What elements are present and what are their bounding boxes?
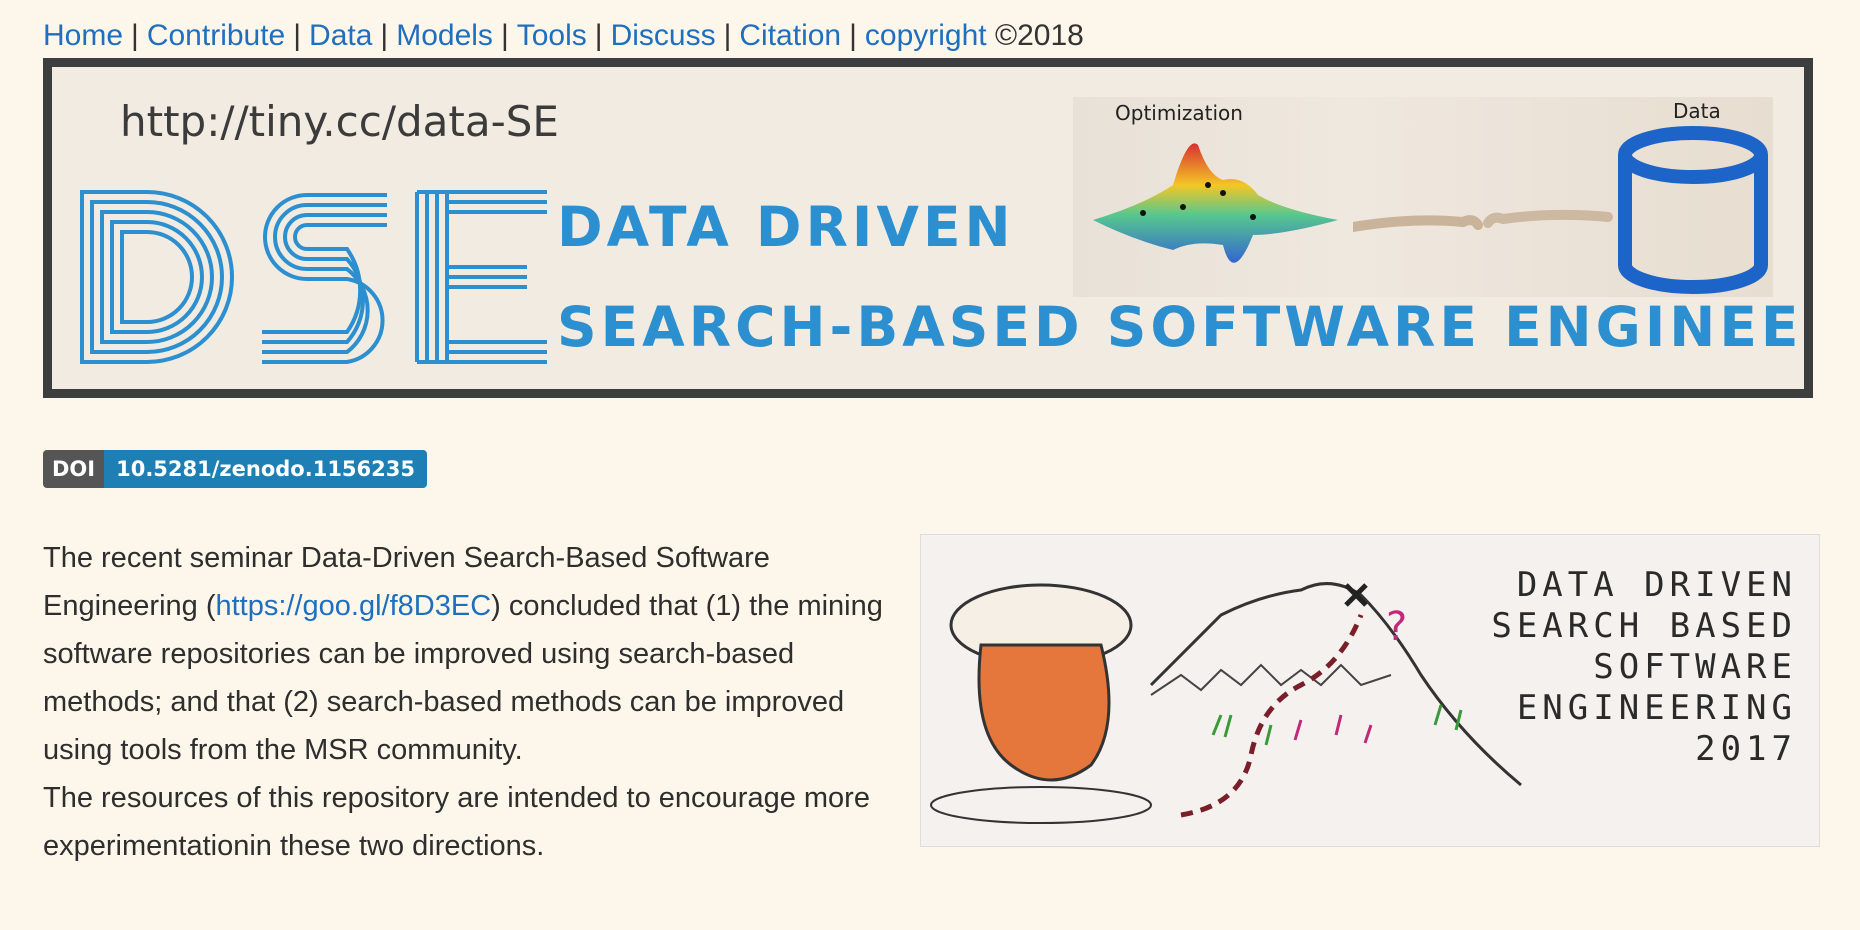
seminar-link[interactable]: https://goo.gl/f8D3EC <box>216 590 492 622</box>
optimization-label: Optimization <box>1115 101 1243 125</box>
whiteboard-image: ? DATA DRIVEN SEARCH BASED SOFTWARE ENGI… <box>920 534 1820 847</box>
whiteboard-title: DATA DRIVEN SEARCH BASED SOFTWARE ENGINE… <box>1491 565 1797 770</box>
wb-title-line: 2017 <box>1695 729 1797 769</box>
nav-separator: | <box>380 19 389 52</box>
hands-illustration <box>1353 209 1613 232</box>
nav-copyright-link[interactable]: copyright <box>865 19 987 52</box>
wb-title-line: DATA DRIVEN <box>1516 565 1797 605</box>
banner-line-data-driven: DATA DRIVEN <box>557 195 1015 259</box>
svg-text:?: ? <box>1386 604 1407 650</box>
nav-separator: | <box>131 19 139 52</box>
nav-separator: | <box>293 19 302 52</box>
database-icon <box>1618 126 1768 294</box>
intro-text: The recent seminar Data-Driven Search-Ba… <box>43 534 893 870</box>
nav-models-link[interactable]: Models <box>396 19 493 52</box>
optimization-surface-icon <box>1093 143 1338 263</box>
nav-tools-link[interactable]: Tools <box>517 19 587 52</box>
nav-home-link[interactable]: Home <box>43 19 123 52</box>
dse-banner: http://tiny.cc/data-SE DATA DRIVEN SEARC… <box>43 58 1813 398</box>
nav-discuss-link[interactable]: Discuss <box>611 19 716 52</box>
nav-separator: | <box>594 19 603 52</box>
banner-artwork: Optimization Data <box>1073 97 1773 297</box>
nav-data-link[interactable]: Data <box>309 19 372 52</box>
doi-badge[interactable]: DOI 10.5281/zenodo.1156235 <box>43 450 427 488</box>
intro-paragraph-2: The resources of this repository are int… <box>43 782 870 862</box>
nav-citation-link[interactable]: Citation <box>739 19 841 52</box>
dse-logo <box>80 190 547 364</box>
doi-value: 10.5281/zenodo.1156235 <box>104 450 427 488</box>
wb-title-line: SOFTWARE <box>1593 647 1797 687</box>
nav-separator: | <box>500 19 509 52</box>
nav-separator: | <box>849 19 857 52</box>
banner-url: http://tiny.cc/data-SE <box>120 97 559 146</box>
copyright-year: ©2018 <box>994 19 1084 52</box>
nav-contribute-link[interactable]: Contribute <box>147 19 285 52</box>
top-nav: Home | Contribute | Data | Models | Tools | Discus… <box>43 14 1084 58</box>
wb-title-line: ENGINEERING <box>1516 688 1797 728</box>
intro-paragraph-1: The recent seminar Data-Driven Search-Ba… <box>43 534 893 774</box>
doi-label: DOI <box>43 450 105 488</box>
wb-title-line: SEARCH BASED <box>1491 606 1797 646</box>
nav-separator: | <box>723 19 732 52</box>
data-label: Data <box>1673 99 1721 123</box>
